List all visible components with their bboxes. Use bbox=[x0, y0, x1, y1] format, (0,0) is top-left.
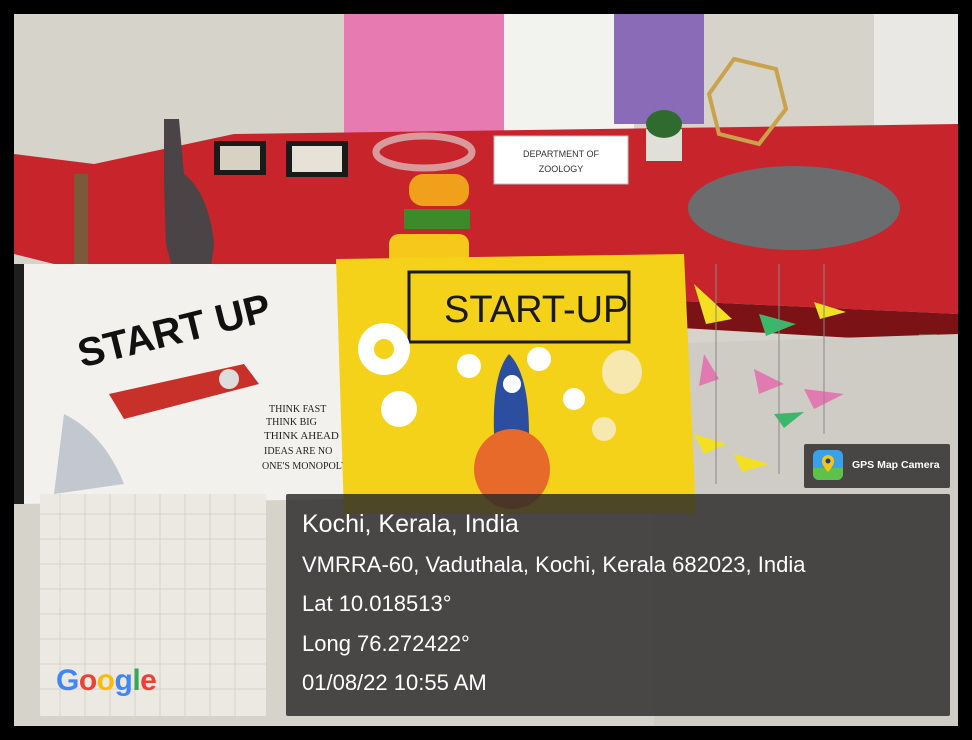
google-logo: Google bbox=[56, 664, 157, 698]
gps-map-camera-badge: GPS Map Camera bbox=[804, 444, 950, 488]
exhibition-photo: DEPARTMENT OF ZOOLOGY START UP THINK FAS… bbox=[14, 14, 958, 726]
google-letter: G bbox=[56, 664, 79, 697]
right-poster-title: START-UP bbox=[444, 289, 628, 331]
google-letter: o bbox=[96, 664, 115, 697]
datetime-text: 01/08/22 10:55 AM bbox=[302, 670, 487, 695]
location-info-panel: Kochi, Kerala, India VMRRA-60, Vaduthala… bbox=[286, 494, 950, 716]
left-poster-line-1: THINK FAST bbox=[269, 404, 326, 415]
sign-line-2: ZOOLOGY bbox=[539, 164, 584, 174]
left-poster-line-4: IDEAS ARE NO bbox=[264, 446, 332, 457]
photo-frame: DEPARTMENT OF ZOOLOGY START UP THINK FAS… bbox=[0, 0, 972, 740]
left-poster-line-5: ONE'S MONOPOLY bbox=[262, 461, 348, 472]
location-address: VMRRA-60, Vaduthala, Kochi, Kerala 68202… bbox=[302, 552, 806, 577]
google-letter: o bbox=[78, 664, 97, 697]
gps-map-camera-icon bbox=[813, 450, 843, 480]
left-poster-line-3: THINK AHEAD bbox=[264, 430, 339, 442]
google-letter: l bbox=[132, 664, 141, 697]
location-title: Kochi, Kerala, India bbox=[302, 510, 519, 538]
longitude-text: Long 76.272422° bbox=[302, 631, 470, 656]
left-poster-line-2: THINK BIG bbox=[266, 417, 317, 428]
map-thumbnail: Google bbox=[40, 494, 266, 716]
sign-line-1: DEPARTMENT OF bbox=[523, 149, 600, 159]
latitude-text: Lat 10.018513° bbox=[302, 591, 452, 616]
google-letter: e bbox=[140, 664, 157, 697]
google-letter: g bbox=[114, 664, 133, 697]
gps-map-camera-label: GPS Map Camera bbox=[852, 459, 940, 471]
